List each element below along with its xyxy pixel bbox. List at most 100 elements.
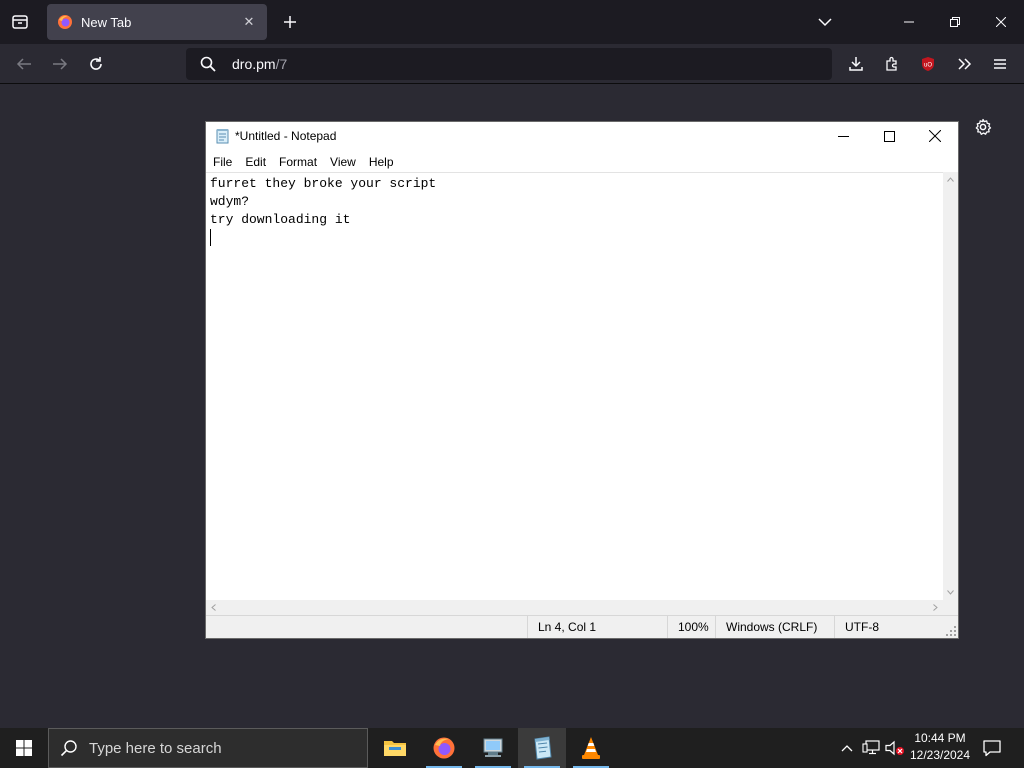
reload-icon: [90, 57, 102, 70]
status-cursor-position: Ln 4, Col 1: [527, 616, 596, 638]
notepad-titlebar[interactable]: *Untitled - Notepad: [206, 122, 958, 150]
notepad-window: *Untitled - Notepad File Edit Format Vie…: [206, 122, 958, 638]
network-button[interactable]: [860, 728, 882, 768]
back-arrow-icon: [16, 58, 31, 70]
show-hidden-icons-button[interactable]: [836, 728, 858, 768]
browser-tab[interactable]: New Tab ✕: [47, 4, 267, 40]
volume-muted-icon: [885, 740, 904, 756]
back-button[interactable]: [8, 48, 40, 80]
clock-time: 10:44 PM: [914, 731, 966, 745]
double-chevron-right-icon: [958, 58, 972, 70]
ublock-origin-button[interactable]: uO: [912, 48, 944, 80]
extensions-button[interactable]: [876, 48, 908, 80]
restore-icon: [950, 17, 960, 27]
notepad-close-button[interactable]: [912, 122, 958, 150]
taskbar-vlc[interactable]: [567, 728, 615, 768]
address-bar[interactable]: dro.pm/7: [186, 48, 832, 80]
scrollbar-corner: [943, 600, 958, 615]
taskbar-notepad[interactable]: [518, 728, 566, 768]
network-icon: [862, 740, 880, 755]
status-encoding: UTF-8: [834, 616, 879, 638]
menu-help[interactable]: Help: [363, 152, 400, 172]
menu-view[interactable]: View: [324, 152, 362, 172]
url-host: dro.pm: [232, 56, 276, 72]
menu-format[interactable]: Format: [273, 152, 323, 172]
minimize-window-button[interactable]: [886, 0, 932, 44]
search-placeholder: Type here to search: [89, 739, 222, 757]
notepad-status-bar: Ln 4, Col 1 100% Windows (CRLF) UTF-8: [206, 615, 958, 638]
horizontal-scrollbar[interactable]: [206, 600, 943, 615]
list-all-tabs-button[interactable]: [802, 0, 848, 44]
clock-date: 12/23/2024: [909, 748, 971, 762]
text-line: try downloading it: [210, 212, 351, 227]
downloads-button[interactable]: [840, 48, 872, 80]
notepad-menubar: File Edit Format View Help: [206, 152, 958, 172]
chevron-up-icon: [841, 745, 853, 752]
notepad-title: *Untitled - Notepad: [235, 129, 337, 143]
notifications-button[interactable]: [978, 728, 1006, 768]
maximize-icon: [883, 130, 895, 142]
firefox-view-icon: [12, 15, 28, 29]
taskbar-clock[interactable]: 10:44 PM 12/23/2024: [904, 730, 976, 764]
taskbar-file-explorer[interactable]: [371, 728, 419, 768]
firefox-icon: [433, 737, 455, 759]
firefox-icon: [58, 15, 72, 29]
taskbar-search-box[interactable]: Type here to search: [48, 728, 368, 768]
more-tools-button[interactable]: [948, 48, 980, 80]
url-path: /7: [275, 56, 288, 72]
menu-edit[interactable]: Edit: [239, 152, 272, 172]
menu-file[interactable]: File: [207, 152, 238, 172]
start-button[interactable]: [0, 728, 48, 768]
file-explorer-icon: [384, 741, 406, 756]
browser-navbar: dro.pm/7 uO: [0, 44, 1024, 84]
volume-button[interactable]: [884, 728, 906, 768]
reload-button[interactable]: [80, 48, 112, 80]
resize-grip-icon[interactable]: [946, 626, 956, 636]
taskbar-remote-desktop[interactable]: [469, 728, 517, 768]
minimize-icon: [904, 21, 914, 23]
scroll-down-arrow-icon[interactable]: [943, 585, 958, 600]
text-line: wdym?: [210, 194, 250, 209]
new-tab-settings-button[interactable]: [970, 114, 996, 140]
search-icon: [190, 48, 226, 80]
puzzle-icon: [886, 56, 897, 71]
taskbar-firefox[interactable]: [420, 728, 468, 768]
svg-text:uO: uO: [924, 63, 932, 69]
notepad-icon: [216, 129, 229, 144]
close-icon: [996, 17, 1006, 27]
remote-desktop-icon: [483, 738, 503, 757]
gear-icon: [975, 118, 992, 135]
notepad-text-area[interactable]: furret they broke your script wdym? try do…: [206, 172, 943, 600]
ublock-origin-icon: uO: [922, 57, 934, 71]
notepad-maximize-button[interactable]: [866, 122, 912, 150]
search-icon: [49, 739, 89, 757]
status-line-endings: Windows (CRLF): [715, 616, 817, 638]
text-line-current: [210, 229, 939, 247]
text-line: furret they broke your script: [210, 176, 437, 191]
scroll-left-arrow-icon[interactable]: [206, 600, 221, 615]
text-caret: [210, 229, 211, 247]
windows-logo-icon: [16, 740, 32, 756]
tab-title: New Tab: [81, 14, 132, 30]
notepad-minimize-button[interactable]: [820, 122, 866, 150]
hamburger-menu-icon: [994, 59, 1006, 69]
scroll-up-arrow-icon[interactable]: [943, 172, 958, 187]
new-tab-button[interactable]: [276, 8, 304, 36]
restore-window-button[interactable]: [932, 0, 978, 44]
vertical-scrollbar[interactable]: [943, 172, 958, 600]
status-zoom: 100%: [667, 616, 709, 638]
app-menu-button[interactable]: [984, 48, 1016, 80]
download-icon: [849, 57, 863, 71]
close-icon: [929, 130, 941, 142]
browser-tab-strip: New Tab ✕: [0, 0, 1024, 44]
chevron-down-icon: [818, 18, 832, 27]
forward-arrow-icon: [53, 58, 68, 70]
scroll-right-arrow-icon[interactable]: [928, 600, 943, 615]
notification-center-icon: [983, 740, 1001, 757]
firefox-view-button[interactable]: [4, 6, 36, 38]
close-window-button[interactable]: [978, 0, 1024, 44]
windows-taskbar: Type here to search 10:44 PM 12/23/2024: [0, 728, 1024, 768]
notepad-icon: [534, 736, 552, 760]
forward-button[interactable]: [44, 48, 76, 80]
close-tab-icon[interactable]: ✕: [237, 10, 261, 34]
